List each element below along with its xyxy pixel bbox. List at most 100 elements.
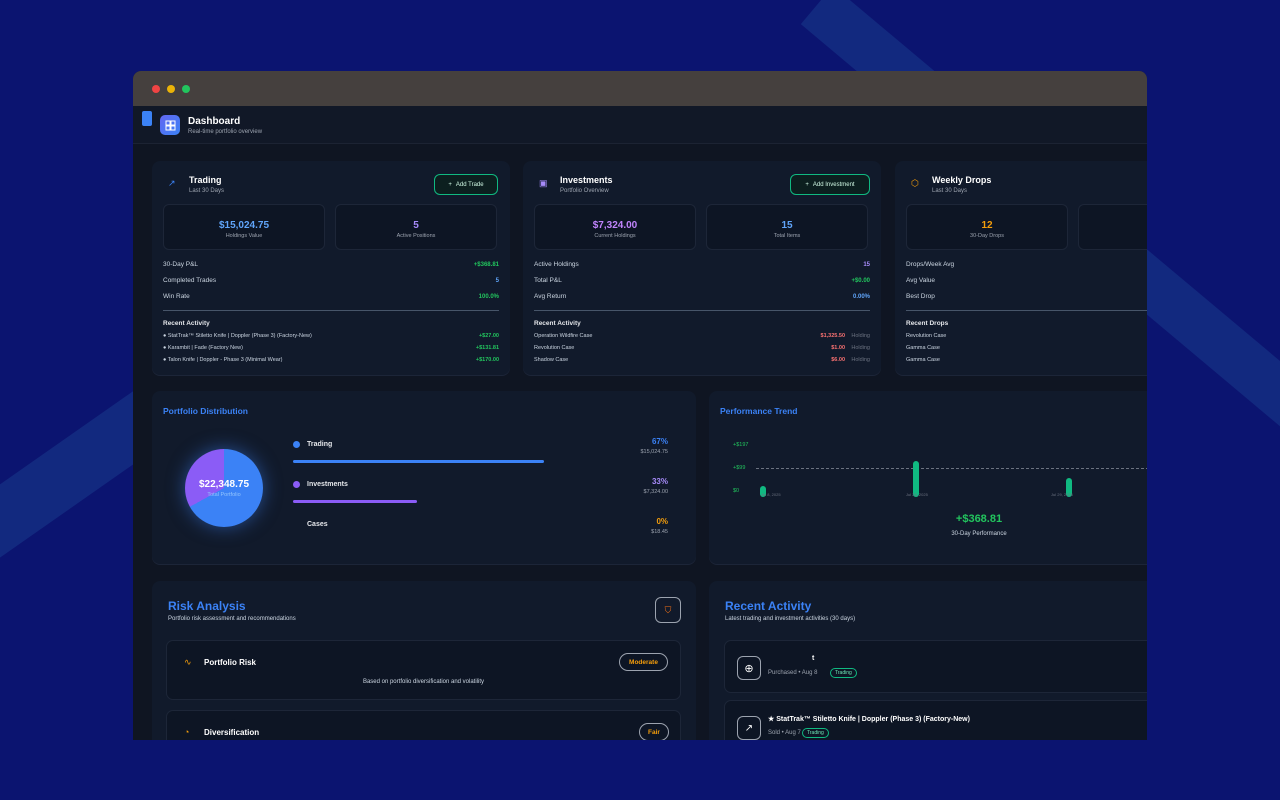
total-items-stat: 15 Total Items	[706, 204, 868, 250]
list-item[interactable]: ● Talon Knife | Doppler - Phase 3 (Minim…	[163, 357, 283, 363]
pie-chart-icon: ◔	[184, 727, 190, 737]
list-item-value: $1,325.50	[820, 333, 845, 339]
shield-icon[interactable]: ⛉	[655, 597, 681, 623]
section-title: Recent Activity	[725, 599, 812, 613]
risk-item: ◔ Diversification Fair	[166, 710, 681, 740]
list-item[interactable]: Revolution Case	[906, 333, 946, 339]
plus-icon: +	[448, 181, 452, 188]
avg-value-label: Avg Value	[906, 277, 936, 284]
card-subtitle: Portfolio Overview	[560, 188, 609, 194]
list-item[interactable]: Revolution Case	[534, 345, 574, 351]
list-item[interactable]: Operation Wildfire Case	[534, 333, 592, 339]
legend-pct: 0%	[656, 517, 668, 526]
list-item-value: +$170.00	[475, 357, 499, 363]
close-dot[interactable]	[152, 84, 160, 93]
card-title: Trading	[189, 175, 222, 185]
zero-line	[756, 468, 1147, 469]
page-subtitle: Real-time portfolio overview	[188, 129, 263, 135]
card-subtitle: Last 30 Days	[189, 188, 225, 194]
completed-trades-label: Completed Trades	[163, 277, 217, 284]
y-label: +$197	[733, 442, 749, 448]
sidebar-toggle[interactable]	[142, 111, 152, 126]
activity-item[interactable]: ⊕ t Purchased • Aug 8 Trading	[724, 640, 1147, 693]
avg-return-value: 0.00%	[852, 294, 870, 300]
section-title: Portfolio Distribution	[163, 406, 248, 416]
briefcase-icon: ▣	[539, 178, 548, 188]
add-trade-button[interactable]: + Add Trade	[434, 174, 498, 195]
holding-tag: Holding	[851, 357, 870, 363]
legend-amount: $18.45	[651, 529, 668, 535]
total-pnl-label: Total P&L	[534, 277, 562, 284]
legend-dot-investments	[293, 481, 300, 488]
completed-trades-value: 5	[495, 278, 499, 284]
performance-total: +$368.81	[955, 513, 1003, 525]
section-title: Performance Trend	[720, 406, 798, 416]
risk-level-badge: Moderate	[619, 653, 668, 671]
pie-total-label: Total Portfolio	[207, 492, 241, 498]
activity-icon: ∿	[184, 657, 192, 667]
list-item[interactable]: Gamma Case	[906, 345, 940, 351]
drops-value-stat: $T	[1078, 204, 1147, 250]
card-title: Investments	[560, 175, 613, 185]
trading-tag: Trading	[830, 668, 857, 678]
win-rate-label: Win Rate	[163, 293, 190, 300]
portfolio-distribution-card: Portfolio Distribution $22,348.75 Total …	[152, 391, 696, 564]
win-rate-value: 100.0%	[478, 294, 499, 300]
progress-bar-trading	[293, 460, 668, 463]
investments-card: ▣ Investments Portfolio Overview + Add In…	[523, 161, 881, 375]
section-subtitle: Portfolio risk assessment and recommenda…	[168, 616, 296, 622]
list-item-value: $1.00	[831, 345, 845, 351]
active-holdings-label: Active Holdings	[534, 261, 579, 268]
list-item[interactable]: ● StatTrak™ Stiletto Knife | Doppler (Ph…	[163, 333, 312, 339]
active-positions-stat: 5 Active Positions	[335, 204, 497, 250]
add-investment-button[interactable]: + Add Investment	[790, 174, 870, 195]
minimize-dot[interactable]	[167, 84, 175, 93]
activity-item-name: t	[812, 655, 815, 662]
active-holdings-value: 15	[863, 262, 870, 268]
box-icon: ⬡	[911, 178, 919, 188]
window-titlebar	[133, 71, 1147, 106]
plus-circle-icon: ⊕	[737, 656, 761, 680]
page-title: Dashboard	[188, 116, 241, 127]
card-subtitle: Last 30 Days	[932, 188, 968, 194]
list-item-value: $6.00	[831, 357, 845, 363]
activity-item-meta: Sold • Aug 7	[768, 730, 801, 736]
list-item-value: +$131.81	[475, 345, 499, 351]
holding-tag: Holding	[851, 345, 870, 351]
maximize-dot[interactable]	[182, 84, 190, 93]
header: Dashboard Real-time portfolio overview	[133, 106, 1147, 144]
recent-activity-card: Recent Activity Latest trading and inves…	[709, 581, 1147, 740]
risk-level-badge: Fair	[639, 723, 669, 740]
x-label: Jul 29, 2025	[1051, 492, 1073, 497]
legend-pct: 33%	[651, 477, 668, 486]
holdings-value-stat: $15,024.75 Holdings Value	[163, 204, 325, 250]
list-item[interactable]: Shadow Case	[534, 357, 568, 363]
list-item[interactable]: ● Karambit | Fade (Factory New)	[163, 345, 243, 351]
y-label: $0	[733, 488, 740, 494]
weekly-drops-card: ⬡ Weekly Drops Last 30 Days 12 30-Day Dro…	[895, 161, 1147, 375]
risk-item-desc: Based on portfolio diversification and v…	[362, 679, 485, 685]
drops-count-stat: 12 30-Day Drops	[906, 204, 1068, 250]
legend-pct: 67%	[651, 437, 668, 446]
divider	[163, 310, 499, 311]
legend-dot-trading	[293, 441, 300, 448]
recent-activity-title: Recent Activity	[163, 320, 210, 327]
legend-amount: $15,024.75	[640, 449, 668, 455]
performance-total-label: 30-Day Performance	[951, 531, 1007, 537]
avg-return-label: Avg Return	[534, 293, 567, 300]
legend-label: Trading	[307, 441, 333, 448]
activity-item-meta: Purchased • Aug 8	[768, 670, 818, 676]
list-item[interactable]: Gamma Case	[906, 357, 940, 363]
trading-card: ↗ Trading Last 30 Days + Add Trade $15,02…	[152, 161, 510, 375]
legend-amount: $7,324.00	[643, 489, 668, 495]
trend-up-icon: ↗	[737, 716, 761, 740]
section-title: Risk Analysis	[168, 599, 246, 613]
x-label: Jul 8, 2025	[761, 492, 781, 497]
activity-item[interactable]: ↗ ★ StatTrak™ Stiletto Knife | Doppler (…	[724, 700, 1147, 740]
pie-total-value: $22,348.75	[198, 479, 250, 490]
list-item-value: +$27.00	[478, 333, 499, 339]
risk-item-name: Portfolio Risk	[204, 658, 257, 667]
trend-up-icon: ↗	[168, 178, 176, 188]
holding-tag: Holding	[851, 333, 870, 339]
card-title: Weekly Drops	[932, 175, 992, 185]
